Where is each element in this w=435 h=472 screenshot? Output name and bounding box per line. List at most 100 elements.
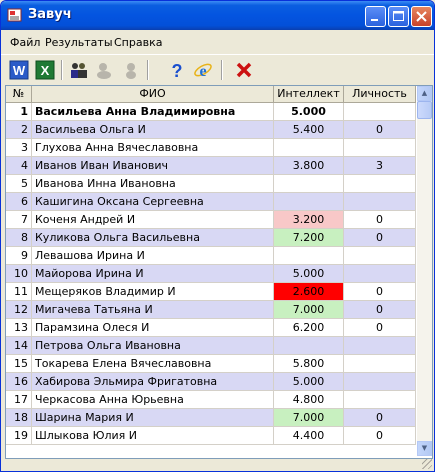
menu-help[interactable]: Справка [114, 36, 162, 49]
table-row[interactable]: 16 Хабирова Эльмира Фригатовна 5.000 [6, 373, 416, 391]
person-disabled-icon[interactable] [121, 60, 141, 80]
row-number-cell[interactable]: 11 [6, 283, 32, 301]
name-cell[interactable]: Кашигина Оксана Сергеевна [32, 193, 274, 211]
row-number-cell[interactable]: 17 [6, 391, 32, 409]
table-row[interactable]: 13 Парамзина Олеся И 6.200 0 [6, 319, 416, 337]
name-cell[interactable]: Левашова Ирина И [32, 247, 274, 265]
personality-cell[interactable] [344, 247, 416, 265]
column-header-name[interactable]: ФИО [32, 86, 274, 103]
table-row[interactable]: 6 Кашигина Оксана Сергеевна [6, 193, 416, 211]
minimize-button[interactable] [365, 6, 386, 27]
intellect-cell[interactable]: 3.800 [274, 157, 344, 175]
name-cell[interactable]: Парамзина Олеся И [32, 319, 274, 337]
name-cell[interactable]: Иванов Иван Иванович [32, 157, 274, 175]
row-number-cell[interactable]: 18 [6, 409, 32, 427]
intellect-cell[interactable]: 7.000 [274, 301, 344, 319]
personality-cell[interactable] [344, 373, 416, 391]
intellect-cell[interactable]: 4.400 [274, 427, 344, 445]
close-x-icon[interactable] [234, 60, 254, 80]
table-row[interactable]: 7 Коченя Андрей И 3.200 0 [6, 211, 416, 229]
personality-cell[interactable]: 0 [344, 283, 416, 301]
intellect-cell[interactable] [274, 337, 344, 355]
title-bar[interactable]: Завуч [1, 1, 434, 30]
menu-results[interactable]: Результаты [45, 36, 113, 49]
row-number-cell[interactable]: 2 [6, 121, 32, 139]
name-cell[interactable]: Мигачева Татьяна И [32, 301, 274, 319]
table-row[interactable]: 12 Мигачева Татьяна И 7.000 0 [6, 301, 416, 319]
row-number-cell[interactable]: 16 [6, 373, 32, 391]
intellect-cell[interactable]: 3.200 [274, 211, 344, 229]
intellect-cell[interactable]: 5.400 [274, 121, 344, 139]
personality-cell[interactable] [344, 265, 416, 283]
name-cell[interactable]: Васильева Ольга И [32, 121, 274, 139]
name-cell[interactable]: Иванова Инна Ивановна [32, 175, 274, 193]
name-cell[interactable]: Коченя Андрей И [32, 211, 274, 229]
intellect-cell[interactable] [274, 193, 344, 211]
row-number-cell[interactable]: 4 [6, 157, 32, 175]
personality-cell[interactable] [344, 391, 416, 409]
intellect-cell[interactable]: 5.000 [274, 265, 344, 283]
excel-icon[interactable]: X [35, 60, 55, 80]
name-cell[interactable]: Куликова Ольга Васильевна [32, 229, 274, 247]
personality-cell[interactable] [344, 193, 416, 211]
personality-cell[interactable] [344, 337, 416, 355]
row-number-cell[interactable]: 15 [6, 355, 32, 373]
column-header-number[interactable]: № [6, 86, 32, 103]
personality-cell[interactable] [344, 355, 416, 373]
resize-grip[interactable] [422, 459, 432, 469]
table-row[interactable]: 5 Иванова Инна Ивановна [6, 175, 416, 193]
word-icon[interactable]: W [9, 60, 29, 80]
intellect-cell[interactable] [274, 139, 344, 157]
intellect-cell[interactable]: 7.200 [274, 229, 344, 247]
menu-file[interactable]: Файл [10, 36, 40, 49]
help-icon[interactable]: ? [167, 60, 187, 80]
table-row[interactable]: 10 Майорова Ирина И 5.000 [6, 265, 416, 283]
table-row[interactable]: 8 Куликова Ольга Васильевна 7.200 0 [6, 229, 416, 247]
table-row[interactable]: 11 Мещеряков Владимир И 2.600 0 [6, 283, 416, 301]
row-number-cell[interactable]: 8 [6, 229, 32, 247]
personality-cell[interactable]: 0 [344, 319, 416, 337]
name-cell[interactable]: Петрова Ольга Ивановна [32, 337, 274, 355]
name-cell[interactable]: Хабирова Эльмира Фригатовна [32, 373, 274, 391]
personality-cell[interactable] [344, 103, 416, 121]
row-number-cell[interactable]: 7 [6, 211, 32, 229]
table-row[interactable]: 1 Васильева Анна Владимировна 5.000 [6, 103, 416, 121]
scroll-thumb[interactable] [417, 101, 432, 119]
table-row[interactable]: 9 Левашова Ирина И [6, 247, 416, 265]
intellect-cell[interactable]: 6.200 [274, 319, 344, 337]
personality-cell[interactable] [344, 139, 416, 157]
name-cell[interactable]: Васильева Анна Владимировна [32, 103, 274, 121]
name-cell[interactable]: Шлыкова Юлия И [32, 427, 274, 445]
table-row[interactable]: 17 Черкасова Анна Юрьевна 4.800 [6, 391, 416, 409]
row-number-cell[interactable]: 9 [6, 247, 32, 265]
close-button[interactable] [411, 6, 432, 27]
row-number-cell[interactable]: 5 [6, 175, 32, 193]
personality-cell[interactable]: 0 [344, 121, 416, 139]
personality-cell[interactable] [344, 175, 416, 193]
name-cell[interactable]: Мещеряков Владимир И [32, 283, 274, 301]
table-row[interactable]: 3 Глухова Анна Вячеславовна [6, 139, 416, 157]
intellect-cell[interactable]: 2.600 [274, 283, 344, 301]
intellect-cell[interactable] [274, 175, 344, 193]
name-cell[interactable]: Токарева Елена Вячеславовна [32, 355, 274, 373]
row-number-cell[interactable]: 14 [6, 337, 32, 355]
intellect-cell[interactable]: 4.800 [274, 391, 344, 409]
personality-cell[interactable]: 0 [344, 229, 416, 247]
name-cell[interactable]: Черкасова Анна Юрьевна [32, 391, 274, 409]
table-row[interactable]: 14 Петрова Ольга Ивановна [6, 337, 416, 355]
row-number-cell[interactable]: 6 [6, 193, 32, 211]
row-number-cell[interactable]: 12 [6, 301, 32, 319]
column-header-personality[interactable]: Личность [344, 86, 416, 103]
intellect-cell[interactable]: 5.000 [274, 373, 344, 391]
scroll-down-button[interactable]: ▼ [417, 441, 432, 456]
internet-explorer-icon[interactable]: e [193, 60, 213, 80]
maximize-button[interactable] [388, 6, 409, 27]
personality-cell[interactable]: 0 [344, 301, 416, 319]
table-row[interactable]: 15 Токарева Елена Вячеславовна 5.800 [6, 355, 416, 373]
row-number-cell[interactable]: 19 [6, 427, 32, 445]
personality-cell[interactable]: 3 [344, 157, 416, 175]
vertical-scrollbar[interactable]: ▲ ▼ [417, 86, 432, 456]
table-row[interactable]: 2 Васильева Ольга И 5.400 0 [6, 121, 416, 139]
name-cell[interactable]: Майорова Ирина И [32, 265, 274, 283]
personality-cell[interactable]: 0 [344, 211, 416, 229]
